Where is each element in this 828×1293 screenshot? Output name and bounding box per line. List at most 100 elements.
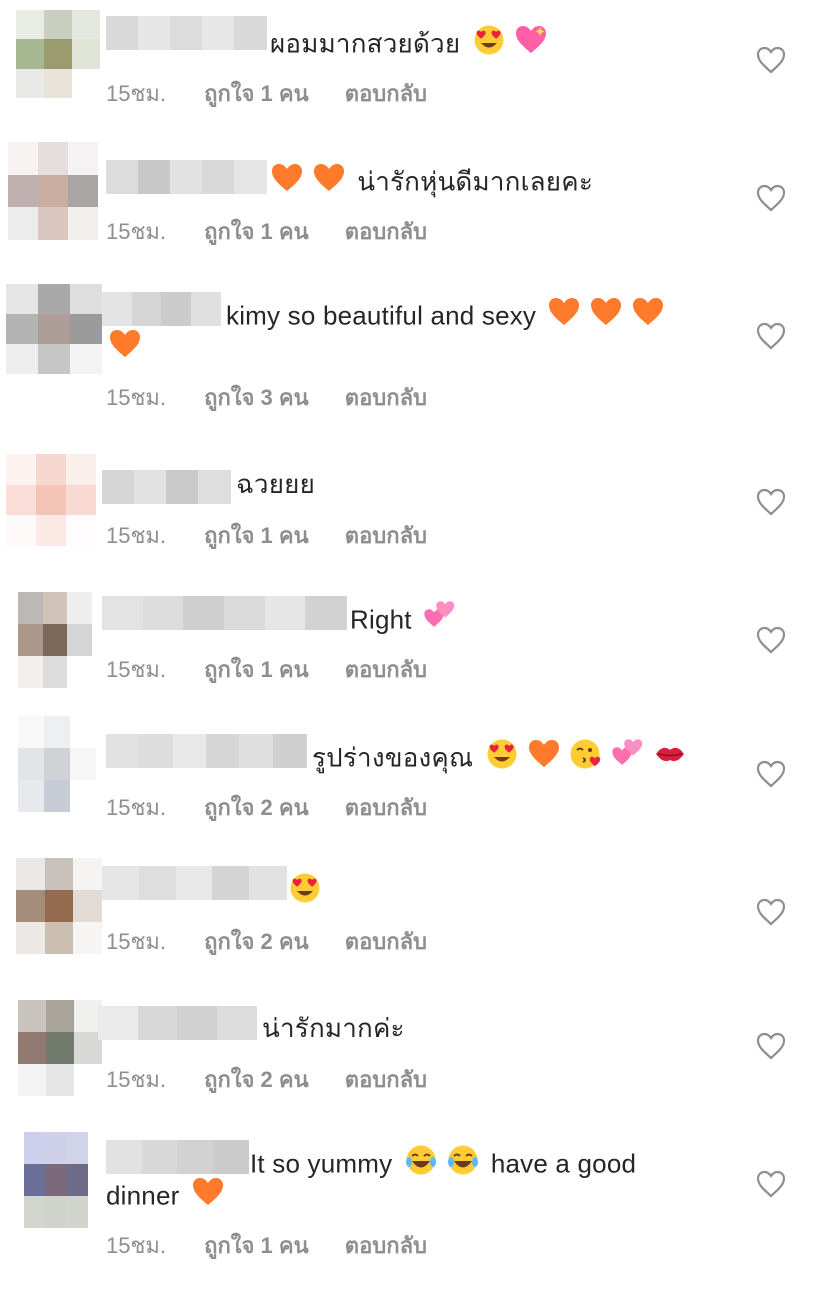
avatar-pixel <box>6 454 36 485</box>
reply-button[interactable]: ตอบกลับ <box>345 924 427 959</box>
comment-meta: 15ชม. ถูกใจ 1 คน ตอบกลับ <box>106 76 457 111</box>
comment-time: 15ชม. <box>106 657 167 682</box>
username-redacted[interactable] <box>98 1006 257 1040</box>
likes-count-link[interactable]: ถูกใจ 2 คน <box>204 790 309 825</box>
avatar-pixel <box>18 1000 46 1032</box>
username-pixel <box>106 1140 143 1174</box>
avatar[interactable] <box>24 1132 88 1228</box>
username-pixel <box>138 16 171 50</box>
avatar-pixel <box>73 890 102 922</box>
username-redacted[interactable] <box>102 470 231 504</box>
avatar-pixel <box>68 142 98 175</box>
like-heart-icon[interactable] <box>756 760 786 788</box>
reply-button[interactable]: ตอบกลับ <box>345 214 427 249</box>
username-pixel <box>170 16 203 50</box>
username-pixel <box>134 470 167 504</box>
reply-button[interactable]: ตอบกลับ <box>345 518 427 553</box>
like-heart-icon[interactable] <box>756 184 786 212</box>
heart-eyes-emoji <box>472 24 506 63</box>
avatar-pixel <box>72 39 100 69</box>
likes-count-link[interactable]: ถูกใจ 1 คน <box>204 518 309 553</box>
avatar[interactable] <box>18 1000 102 1096</box>
avatar[interactable] <box>8 142 98 240</box>
avatar-pixel <box>70 284 102 314</box>
reply-button[interactable]: ตอบกลับ <box>345 790 427 825</box>
like-heart-icon[interactable] <box>756 46 786 74</box>
orange-heart-emoji <box>527 738 561 777</box>
likes-count-link[interactable]: ถูกใจ 2 คน <box>204 1062 309 1097</box>
username-pixel <box>206 734 241 768</box>
avatar-pixel <box>16 39 44 69</box>
avatar-pixel <box>44 748 70 780</box>
username-pixel <box>102 596 144 630</box>
comment-text: It so yummy have a good <box>250 1145 636 1185</box>
likes-count-link[interactable]: ถูกใจ 2 คน <box>204 924 309 959</box>
avatar[interactable] <box>6 284 102 374</box>
avatar-pixel <box>68 174 98 208</box>
reply-button[interactable]: ตอบกลับ <box>345 380 427 415</box>
username-redacted[interactable] <box>106 1140 249 1174</box>
avatar-pixel <box>67 624 92 656</box>
likes-count-link[interactable]: ถูกใจ 3 คน <box>204 380 309 415</box>
avatar-pixel <box>24 1164 46 1196</box>
likes-count-link[interactable]: ถูกใจ 1 คน <box>204 214 309 249</box>
avatar-pixel <box>18 748 44 780</box>
avatar-pixel <box>44 922 74 954</box>
like-heart-icon[interactable] <box>756 1032 786 1060</box>
username-pixel <box>175 866 214 900</box>
username-pixel <box>139 734 174 768</box>
avatar-pixel <box>38 207 68 240</box>
username-redacted[interactable] <box>106 160 267 194</box>
avatar[interactable] <box>16 10 100 98</box>
avatar[interactable] <box>18 716 96 812</box>
reply-button[interactable]: ตอบกลับ <box>345 76 427 111</box>
avatar-pixel <box>66 1164 88 1196</box>
avatar[interactable] <box>18 592 92 688</box>
likes-count-link[interactable]: ถูกใจ 1 คน <box>204 76 309 111</box>
comment-text: รูปร่างของคุณ <box>312 738 691 779</box>
avatar-pixel <box>16 68 44 98</box>
username-pixel <box>106 734 141 768</box>
username-redacted[interactable] <box>102 866 287 900</box>
like-heart-icon[interactable] <box>756 898 786 926</box>
two-hearts-emoji <box>423 600 457 639</box>
username-redacted[interactable] <box>102 596 348 630</box>
username-redacted[interactable] <box>106 16 267 50</box>
username-pixel <box>137 1006 178 1040</box>
like-heart-icon[interactable] <box>756 1170 786 1198</box>
comment-meta: 15ชม. ถูกใจ 1 คน ตอบกลับ <box>106 1228 457 1263</box>
username-pixel <box>106 16 139 50</box>
avatar-pixel <box>45 1196 67 1228</box>
like-heart-icon[interactable] <box>756 626 786 654</box>
avatar-pixel <box>8 174 38 208</box>
username-redacted[interactable] <box>106 734 307 768</box>
avatar-pixel <box>38 142 68 175</box>
username-pixel <box>239 734 274 768</box>
username-pixel <box>177 1140 214 1174</box>
avatar-pixel <box>18 1064 46 1096</box>
likes-count-link[interactable]: ถูกใจ 1 คน <box>204 652 309 687</box>
comment-meta: 15ชม. ถูกใจ 1 คน ตอบกลับ <box>106 652 457 687</box>
reply-button[interactable]: ตอบกลับ <box>345 1228 427 1263</box>
avatar-pixel <box>44 68 72 98</box>
like-heart-icon[interactable] <box>756 488 786 516</box>
avatar-pixel <box>6 284 38 314</box>
avatar-pixel <box>70 780 96 812</box>
comment-time: 15ชม. <box>106 929 167 954</box>
avatar-pixel <box>44 780 70 812</box>
comment-time: 15ชม. <box>106 385 167 410</box>
like-heart-icon[interactable] <box>756 322 786 350</box>
heart-eyes-emoji <box>485 738 519 777</box>
comment-meta: 15ชม. ถูกใจ 2 คน ตอบกลับ <box>106 790 457 825</box>
avatar-pixel <box>45 1132 67 1164</box>
comment-text: ผอมมากสวยด้วย <box>270 24 552 65</box>
username-redacted[interactable] <box>102 292 221 326</box>
avatar-pixel <box>38 344 70 374</box>
orange-heart-emoji <box>312 162 346 201</box>
avatar-pixel <box>66 1132 88 1164</box>
avatar[interactable] <box>6 454 96 546</box>
likes-count-link[interactable]: ถูกใจ 1 คน <box>204 1228 309 1263</box>
reply-button[interactable]: ตอบกลับ <box>345 1062 427 1097</box>
reply-button[interactable]: ตอบกลับ <box>345 652 427 687</box>
avatar[interactable] <box>16 858 102 954</box>
